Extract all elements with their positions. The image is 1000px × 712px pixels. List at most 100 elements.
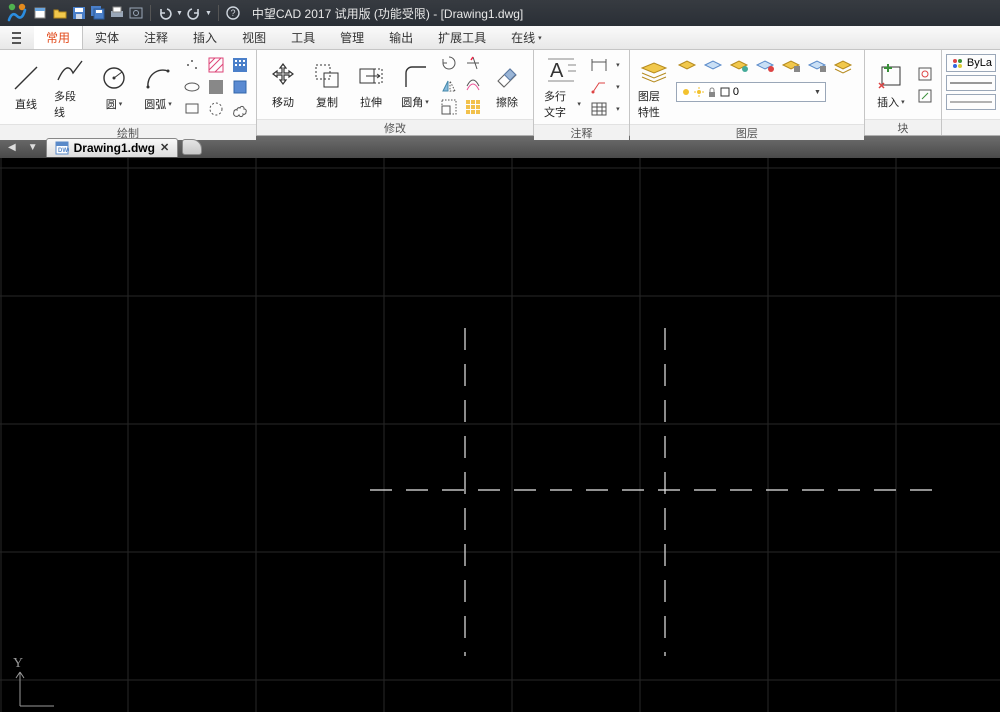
layer-state-2-icon[interactable] [702, 54, 726, 78]
lineweight-combo[interactable] [946, 94, 996, 110]
ribbon-group-modify: 移动 复制 拉伸 圆角▾ [257, 50, 534, 135]
tab-solid[interactable]: 实体 [83, 26, 132, 49]
create-block-icon[interactable] [915, 64, 935, 84]
svg-text:DWG: DWG [58, 148, 69, 154]
title-bar: ▼ ▼ ? 中望CAD 2017 试用版 (功能受限) - [Drawing1.… [0, 0, 1000, 26]
qat-new-icon[interactable] [33, 5, 49, 21]
ucs-y-label: Y [13, 656, 23, 672]
ribbon-group-draw: 直线 多段线 圆▾ 圆弧▾ [0, 50, 257, 135]
leader-dropdown[interactable]: ▾ [613, 77, 623, 97]
ribbon-tabs: 常用 实体 注释 插入 视图 工具 管理 输出 扩展工具 在线▾ [0, 26, 1000, 50]
erase-button[interactable]: 擦除 [487, 58, 527, 112]
leader-icon[interactable] [589, 77, 609, 97]
tab-express[interactable]: 扩展工具 [426, 26, 499, 49]
region-icon[interactable] [206, 99, 226, 119]
linetype-combo[interactable] [946, 75, 996, 91]
svg-text:?: ? [230, 8, 235, 18]
modify-group-label: 修改 [257, 119, 533, 135]
line-button[interactable]: 直线 [6, 60, 46, 114]
tab-common[interactable]: 常用 [34, 26, 83, 49]
revcloud-icon[interactable] [230, 99, 250, 119]
qat-undo-dropdown[interactable]: ▼ [176, 10, 183, 17]
block-group-label: 块 [865, 119, 941, 135]
hatch-icon[interactable] [206, 55, 226, 75]
arc-button[interactable]: 圆弧▾ [138, 60, 178, 114]
sun-icon [694, 87, 704, 97]
color-swatch-icon [720, 87, 730, 97]
layer-state-4-icon[interactable] [754, 54, 778, 78]
edit-block-icon[interactable] [915, 86, 935, 106]
palette-icon [950, 56, 964, 70]
rotate-icon[interactable] [439, 53, 459, 73]
drawing-canvas[interactable]: Y [0, 158, 1000, 712]
tab-view[interactable]: 视图 [230, 26, 279, 49]
tab-output[interactable]: 输出 [377, 26, 426, 49]
tab-insert[interactable]: 插入 [181, 26, 230, 49]
rectangle-icon[interactable] [182, 99, 202, 119]
layer-state-3-icon[interactable] [728, 54, 752, 78]
point-icon[interactable] [230, 55, 250, 75]
mirror-icon[interactable] [439, 75, 459, 95]
ribbon-group-annotate: A 多行文字▾ ▾ ▾ ▾ 注释 [534, 50, 630, 135]
tab-online[interactable]: 在线▾ [499, 26, 555, 49]
app-logo [4, 0, 30, 26]
spline-icon[interactable] [182, 55, 202, 75]
tab-manage[interactable]: 管理 [328, 26, 377, 49]
dwg-file-icon: DWG [55, 141, 69, 155]
insert-block-button[interactable]: 插入▾ [871, 58, 911, 112]
table-dropdown[interactable]: ▾ [613, 99, 623, 119]
svg-text:A: A [550, 60, 564, 82]
tab-menu[interactable]: ▼ [24, 142, 42, 153]
qat-preview-icon[interactable] [128, 5, 144, 21]
ribbon: 直线 多段线 圆▾ 圆弧▾ [0, 50, 1000, 136]
offset-icon[interactable] [463, 75, 483, 95]
tab-annotate[interactable]: 注释 [132, 26, 181, 49]
ellipse-icon[interactable] [182, 77, 202, 97]
layer-state-6-icon[interactable] [806, 54, 830, 78]
array-icon[interactable] [463, 97, 483, 117]
boundary-icon[interactable] [230, 77, 250, 97]
scale-icon[interactable] [439, 97, 459, 117]
file-tab-label: Drawing1.dwg [74, 141, 155, 155]
tab-tools[interactable]: 工具 [279, 26, 328, 49]
app-menu-button[interactable] [0, 26, 34, 49]
qat-redo-dropdown[interactable]: ▼ [205, 10, 212, 17]
copy-button[interactable]: 复制 [307, 58, 347, 112]
ribbon-group-layer: 图层特性 [630, 50, 865, 135]
file-tab-drawing1[interactable]: DWG Drawing1.dwg ✕ [46, 138, 179, 157]
stretch-button[interactable]: 拉伸 [351, 58, 391, 112]
qat-saveall-icon[interactable] [90, 5, 106, 21]
fillet-button[interactable]: 圆角▾ [395, 58, 435, 112]
layer-combo[interactable]: 0 ▼ [676, 82, 826, 102]
tab-scroll-left[interactable]: ◀ [4, 142, 20, 153]
trim-icon[interactable] [463, 53, 483, 73]
layer-state-7-icon[interactable] [832, 54, 856, 78]
layer-group-label: 图层 [630, 124, 864, 140]
qat-save-icon[interactable] [71, 5, 87, 21]
qat-open-icon[interactable] [52, 5, 68, 21]
layer-current-name: 0 [733, 86, 811, 98]
table-icon[interactable] [589, 99, 609, 119]
mtext-button[interactable]: A 多行文字▾ [540, 52, 585, 122]
dim-dropdown[interactable]: ▾ [613, 55, 623, 75]
file-tab-close[interactable]: ✕ [160, 141, 169, 154]
bulb-icon [681, 87, 691, 97]
qat-redo-icon[interactable] [186, 5, 202, 21]
qat-help-icon[interactable]: ? [225, 5, 241, 21]
layer-state-5-icon[interactable] [780, 54, 804, 78]
lock-icon [707, 87, 717, 97]
move-button[interactable]: 移动 [263, 58, 303, 112]
ribbon-group-block: 插入▾ 块 [865, 50, 942, 135]
window-title: 中望CAD 2017 试用版 (功能受限) - [Drawing1.dwg] [252, 5, 523, 22]
qat-plot-icon[interactable] [109, 5, 125, 21]
layer-state-1-icon[interactable] [676, 54, 700, 78]
dim-linear-icon[interactable] [589, 55, 609, 75]
circle-button[interactable]: 圆▾ [94, 60, 134, 114]
qat-undo-icon[interactable] [157, 5, 173, 21]
new-tab-button[interactable] [182, 139, 202, 155]
gradient-icon[interactable] [206, 77, 226, 97]
color-combo[interactable]: ByLa [946, 54, 996, 72]
polyline-button[interactable]: 多段线 [50, 52, 90, 122]
ribbon-group-properties: ByLa [942, 50, 1000, 135]
layer-properties-button[interactable]: 图层特性 [638, 54, 670, 120]
